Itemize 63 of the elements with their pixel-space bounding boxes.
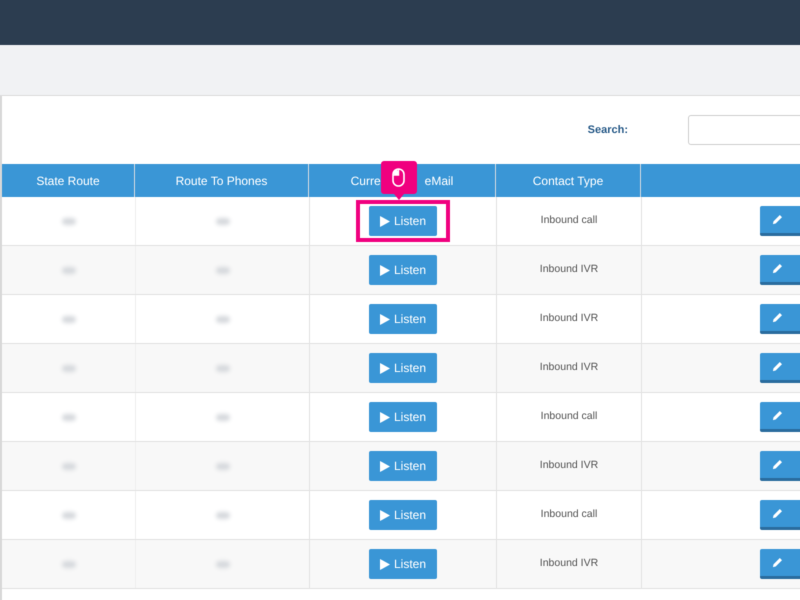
edit-button[interactable] [760,255,800,285]
listen-button[interactable]: Listen [368,402,438,432]
edit-button[interactable] [760,353,800,383]
redacted-value [62,560,76,568]
search-field[interactable] [688,115,800,145]
column-title: eMail [424,172,454,190]
play-icon [380,314,390,324]
redacted-value [216,462,230,470]
contact-type: Inbound IVR [540,458,598,474]
play-icon [380,264,390,276]
column-title: Curre [350,172,381,190]
contact-type: Inbound IVR [540,556,598,572]
contact-type: Inbound call [540,507,598,522]
redacted-value [62,364,76,372]
contact-type: Inbound IVR [540,311,598,326]
play-icon [380,216,390,226]
redacted-value [216,218,230,224]
pencil-icon [772,214,783,225]
pencil-icon [772,410,783,421]
redacted-value [216,316,230,322]
column-title: Contact Type [532,172,604,190]
pencil-icon [772,508,783,519]
pencil-icon [772,312,783,323]
redacted-value [62,414,76,420]
pencil-icon [772,459,783,470]
redacted-value [216,414,230,420]
contact-type: Inbound IVR [540,360,598,376]
play-icon [380,558,390,570]
column-title: Route To Phones [176,172,268,190]
edit-button[interactable] [760,451,800,481]
edit-button[interactable] [760,500,800,530]
listen-button[interactable]: Listen [368,500,438,530]
contact-type: Inbound IVR [540,262,598,278]
play-icon [380,460,390,472]
play-icon [380,362,390,374]
redacted-value [216,560,230,568]
redacted-value [62,316,76,322]
listen-button[interactable]: Listen [368,549,438,579]
contact-type: Inbound call [540,409,598,424]
redacted-value [216,364,230,372]
redacted-value [62,266,76,274]
listen-button[interactable]: Listen [368,353,438,383]
pencil-icon [772,361,783,372]
redacted-value [62,218,76,224]
listen-button[interactable]: Listen [368,255,438,285]
edit-button[interactable] [760,206,800,236]
redacted-value [216,266,230,274]
redacted-value [62,512,76,518]
edit-button[interactable] [760,402,800,432]
pencil-icon [772,557,783,568]
contact-type: Inbound call [540,213,598,228]
redacted-value [62,462,76,470]
pencil-icon [772,263,783,274]
play-icon [380,412,390,422]
redacted-value [216,512,230,518]
search-label: Search: [588,122,628,138]
column-title: State Route [36,172,100,190]
listen-button[interactable]: Listen [368,451,438,481]
listen-button[interactable]: Listen [368,206,438,236]
play-icon [380,510,390,520]
edit-button[interactable] [760,549,800,579]
listen-button[interactable]: Listen [368,304,438,334]
edit-button[interactable] [760,304,800,334]
